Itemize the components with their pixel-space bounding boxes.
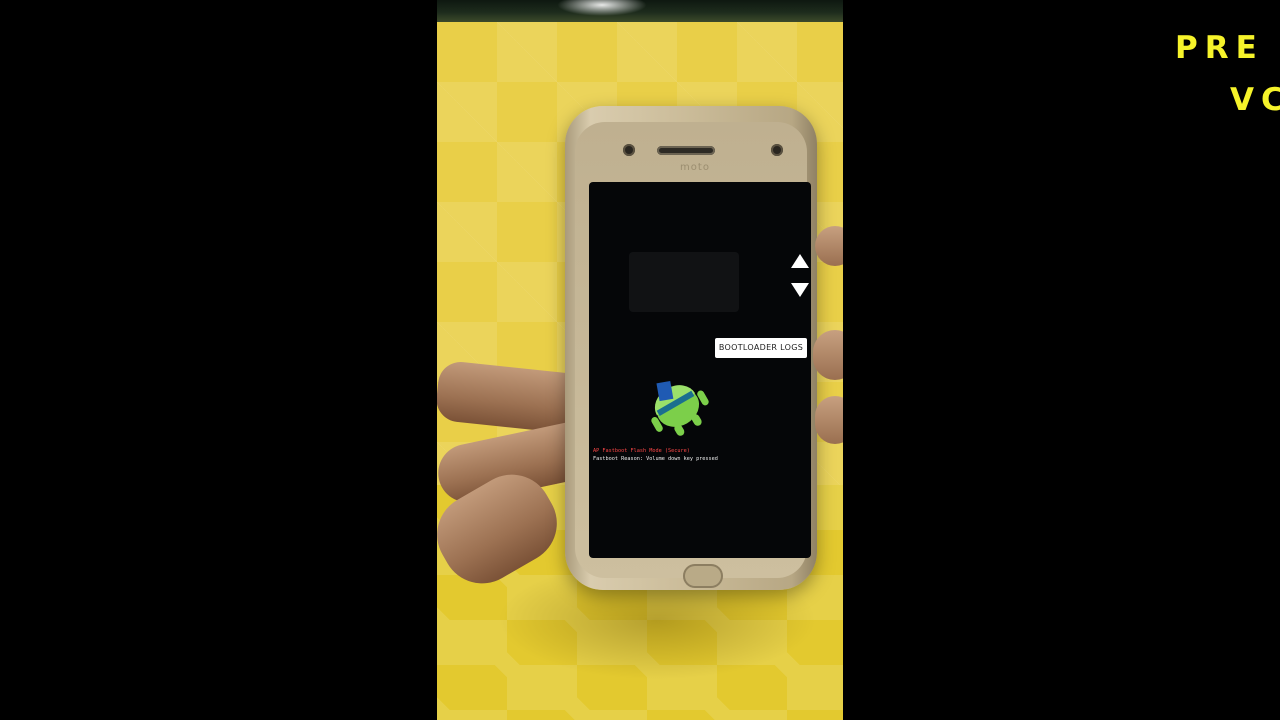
overlay-text-line2: VC [1230,82,1280,118]
phone-front-panel: moto BOOTLOADER LOGS AP Fastboot Flash M… [575,122,811,588]
phone-screen: BOOTLOADER LOGS AP Fastboot Flash Mode (… [589,182,811,558]
home-button[interactable] [683,564,723,588]
bootloader-logs-button[interactable]: BOOTLOADER LOGS [715,338,807,358]
volume-down-arrow-icon[interactable] [791,283,809,297]
earpiece-speaker [657,146,715,155]
right-hand-finger [815,396,843,444]
android-repair-robot-icon [651,380,709,436]
video-frame: moto BOOTLOADER LOGS AP Fastboot Flash M… [437,0,843,720]
fastboot-mode-text: AP Fastboot Flash Mode (Secure) [593,448,690,454]
proximity-sensor-icon [771,144,783,156]
smartphone: moto BOOTLOADER LOGS AP Fastboot Flash M… [565,106,817,590]
brand-logo: moto [680,162,710,173]
overlay-text-line1: PRE [1175,30,1264,66]
right-hand-finger [813,330,843,380]
front-camera-icon [623,144,635,156]
volume-up-arrow-icon[interactable] [791,254,809,268]
screen-reflection [629,252,739,312]
screenshot-stage: moto BOOTLOADER LOGS AP Fastboot Flash M… [0,0,1280,720]
fastboot-reason-text: Fastboot Reason: Volume down key pressed [593,456,718,462]
